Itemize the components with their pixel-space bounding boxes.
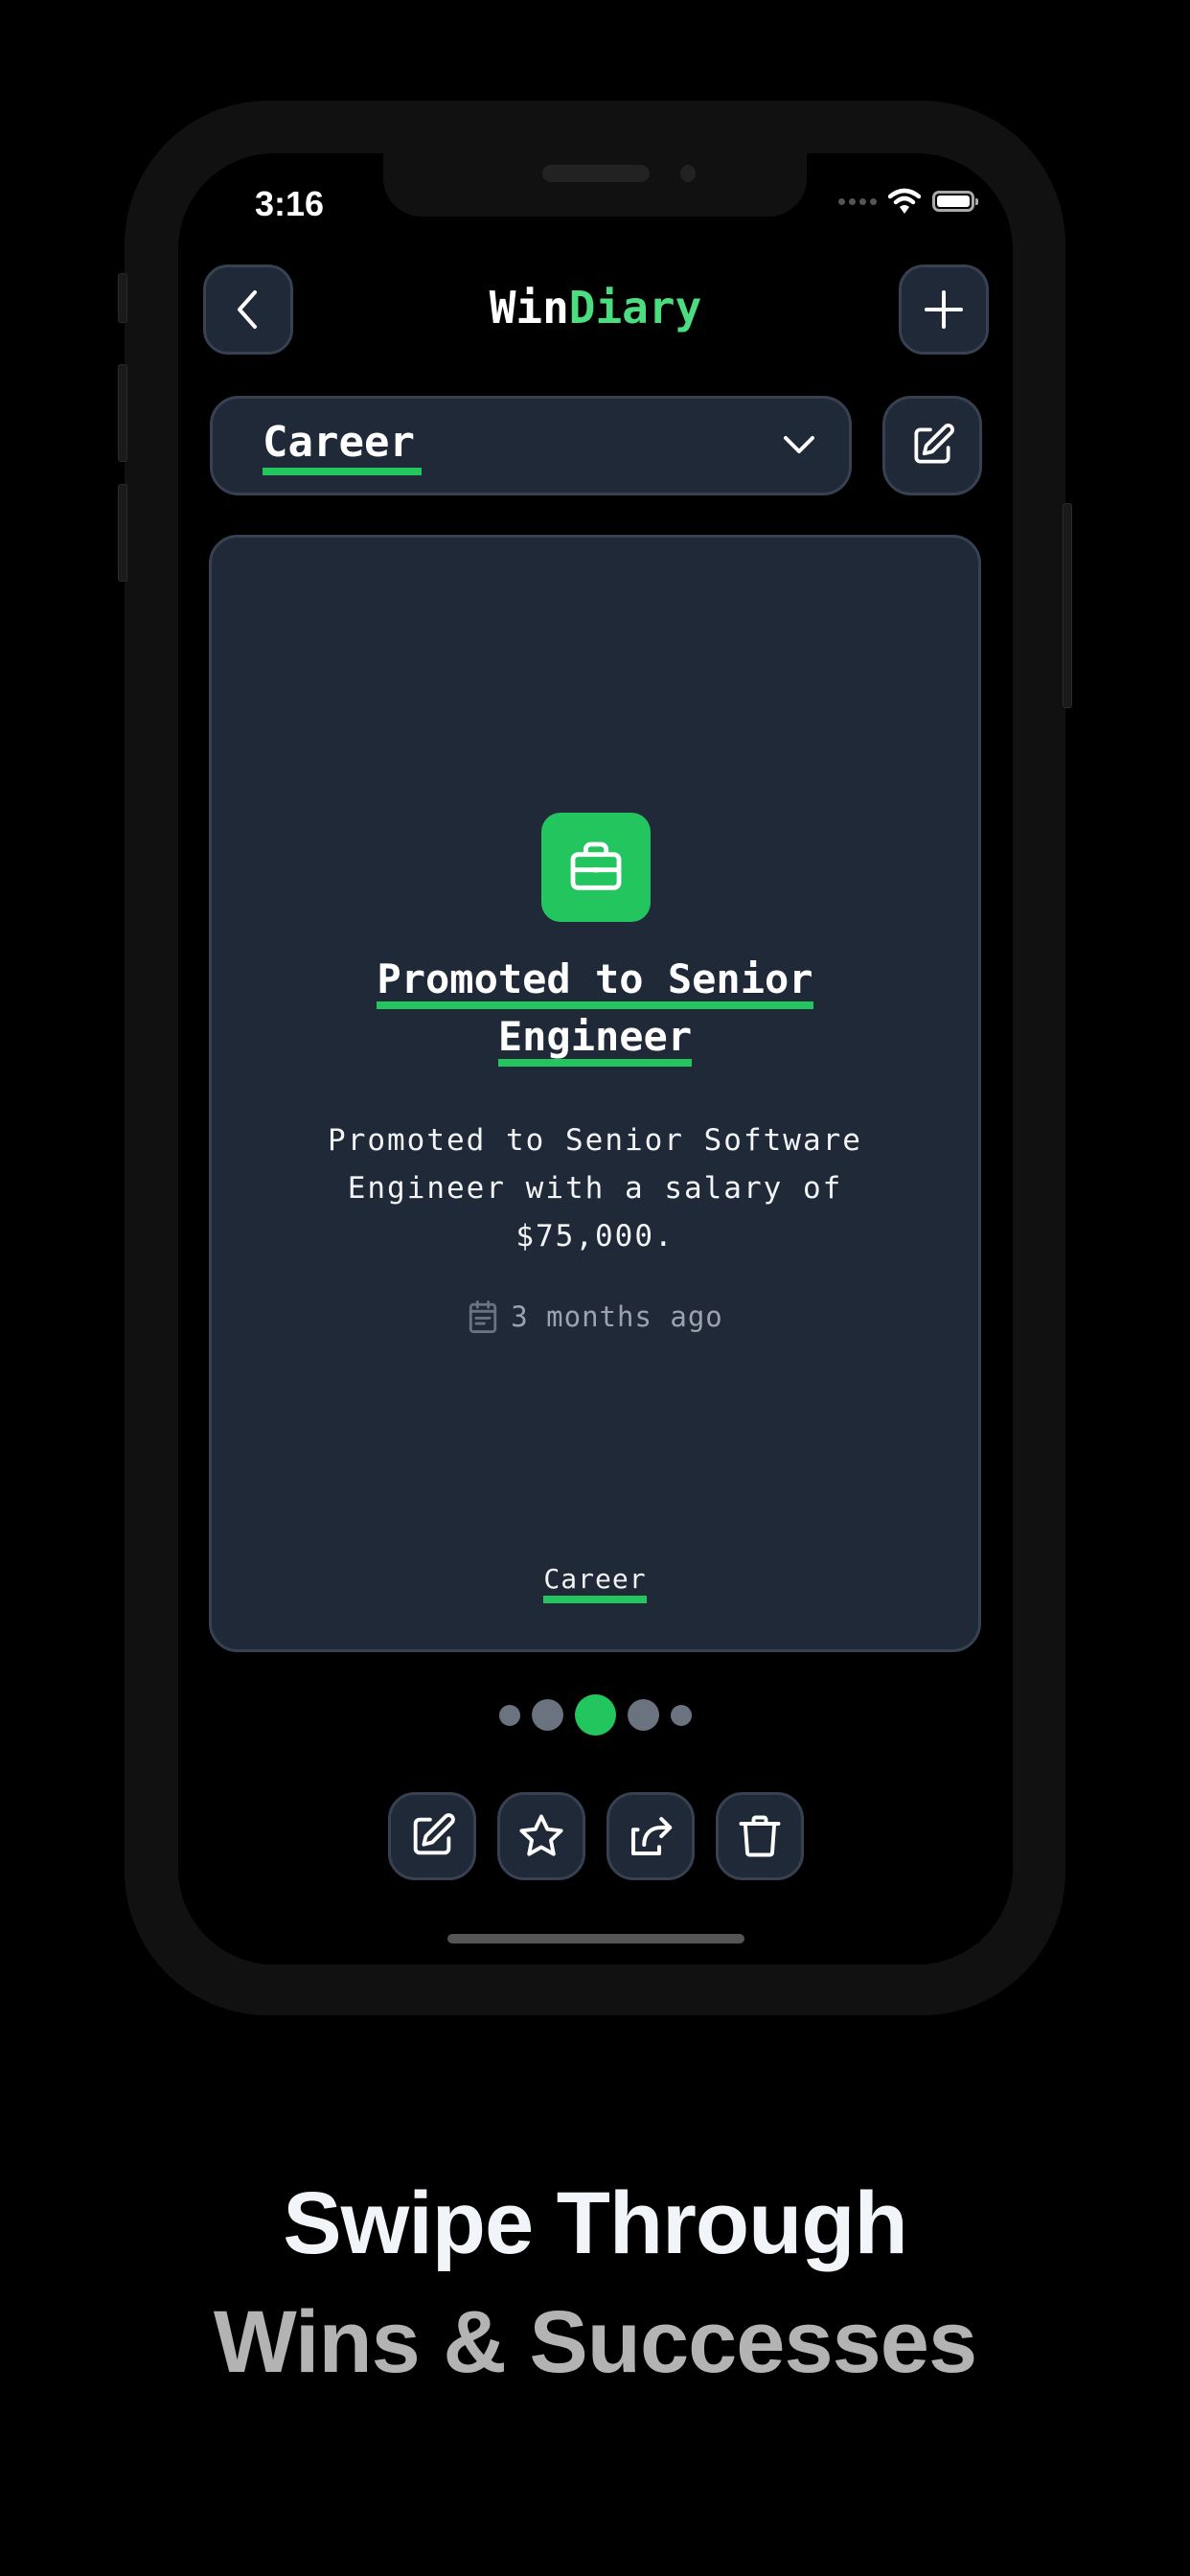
- front-camera: [680, 165, 696, 182]
- win-title-line-2: Engineer: [497, 1015, 693, 1067]
- volume-down-button: [118, 484, 127, 582]
- app-title-primary: Win: [489, 282, 569, 334]
- calendar-icon: [469, 1300, 497, 1333]
- app-screen: 3:16 WinDiary Career Promoted to Senior …: [178, 153, 1013, 1965]
- marketing-headline-line-1: Swipe Through: [283, 2174, 907, 2272]
- win-category-tag: Career: [212, 1563, 978, 1603]
- edit-category-button[interactable]: [882, 396, 982, 495]
- share-icon: [630, 1816, 672, 1856]
- status-icons: [838, 188, 978, 215]
- share-button[interactable]: [606, 1792, 695, 1880]
- star-icon: [518, 1814, 563, 1856]
- favorite-button[interactable]: [496, 1792, 585, 1880]
- cellular-signal-icon: [838, 197, 877, 205]
- page-dot[interactable]: [532, 1699, 563, 1731]
- category-dropdown-label: Career: [263, 418, 415, 467]
- briefcase-icon: [570, 841, 622, 890]
- trash-icon: [739, 1815, 780, 1857]
- win-card[interactable]: Promoted to Senior Engineer Promoted to …: [209, 535, 981, 1652]
- home-indicator[interactable]: [447, 1934, 744, 1944]
- win-date: 3 months ago: [212, 1299, 978, 1335]
- app-title-accent: Diary: [568, 282, 702, 334]
- page-dot[interactable]: [499, 1704, 520, 1726]
- add-win-button[interactable]: [899, 264, 989, 355]
- category-icon-badge: [541, 813, 651, 922]
- pagination-dots: [178, 1694, 1013, 1736]
- edit-icon: [413, 1813, 455, 1855]
- battery-icon: [932, 191, 978, 212]
- page-dot-active[interactable]: [575, 1694, 616, 1736]
- category-dropdown[interactable]: Career: [210, 396, 852, 495]
- win-title-line-1: Promoted to Senior: [377, 957, 813, 1009]
- win-category-tag-text: Career: [543, 1563, 647, 1603]
- win-description: Promoted to Senior Software Engineer wit…: [328, 1123, 862, 1254]
- notch: [383, 153, 807, 217]
- action-bar: [178, 1792, 1013, 1880]
- mute-switch: [118, 273, 127, 323]
- win-date-text: 3 months ago: [511, 1300, 723, 1333]
- volume-up-button: [118, 364, 127, 462]
- win-title: Promoted to Senior Engineer: [212, 952, 978, 1067]
- chevron-down-icon: [784, 436, 814, 453]
- delete-button[interactable]: [715, 1792, 804, 1880]
- marketing-headline-line-2: Wins & Successes: [213, 2293, 977, 2391]
- power-button: [1063, 503, 1072, 708]
- wifi-icon: [888, 188, 921, 214]
- category-underline: [263, 468, 422, 475]
- app-title: WinDiary: [178, 282, 1013, 334]
- edit-icon: [914, 424, 954, 464]
- speaker: [542, 165, 650, 182]
- page-dot[interactable]: [628, 1699, 659, 1731]
- plus-icon: [925, 290, 963, 329]
- page-dot[interactable]: [671, 1704, 692, 1726]
- edit-win-button[interactable]: [387, 1792, 476, 1880]
- status-time: 3:16: [255, 184, 325, 223]
